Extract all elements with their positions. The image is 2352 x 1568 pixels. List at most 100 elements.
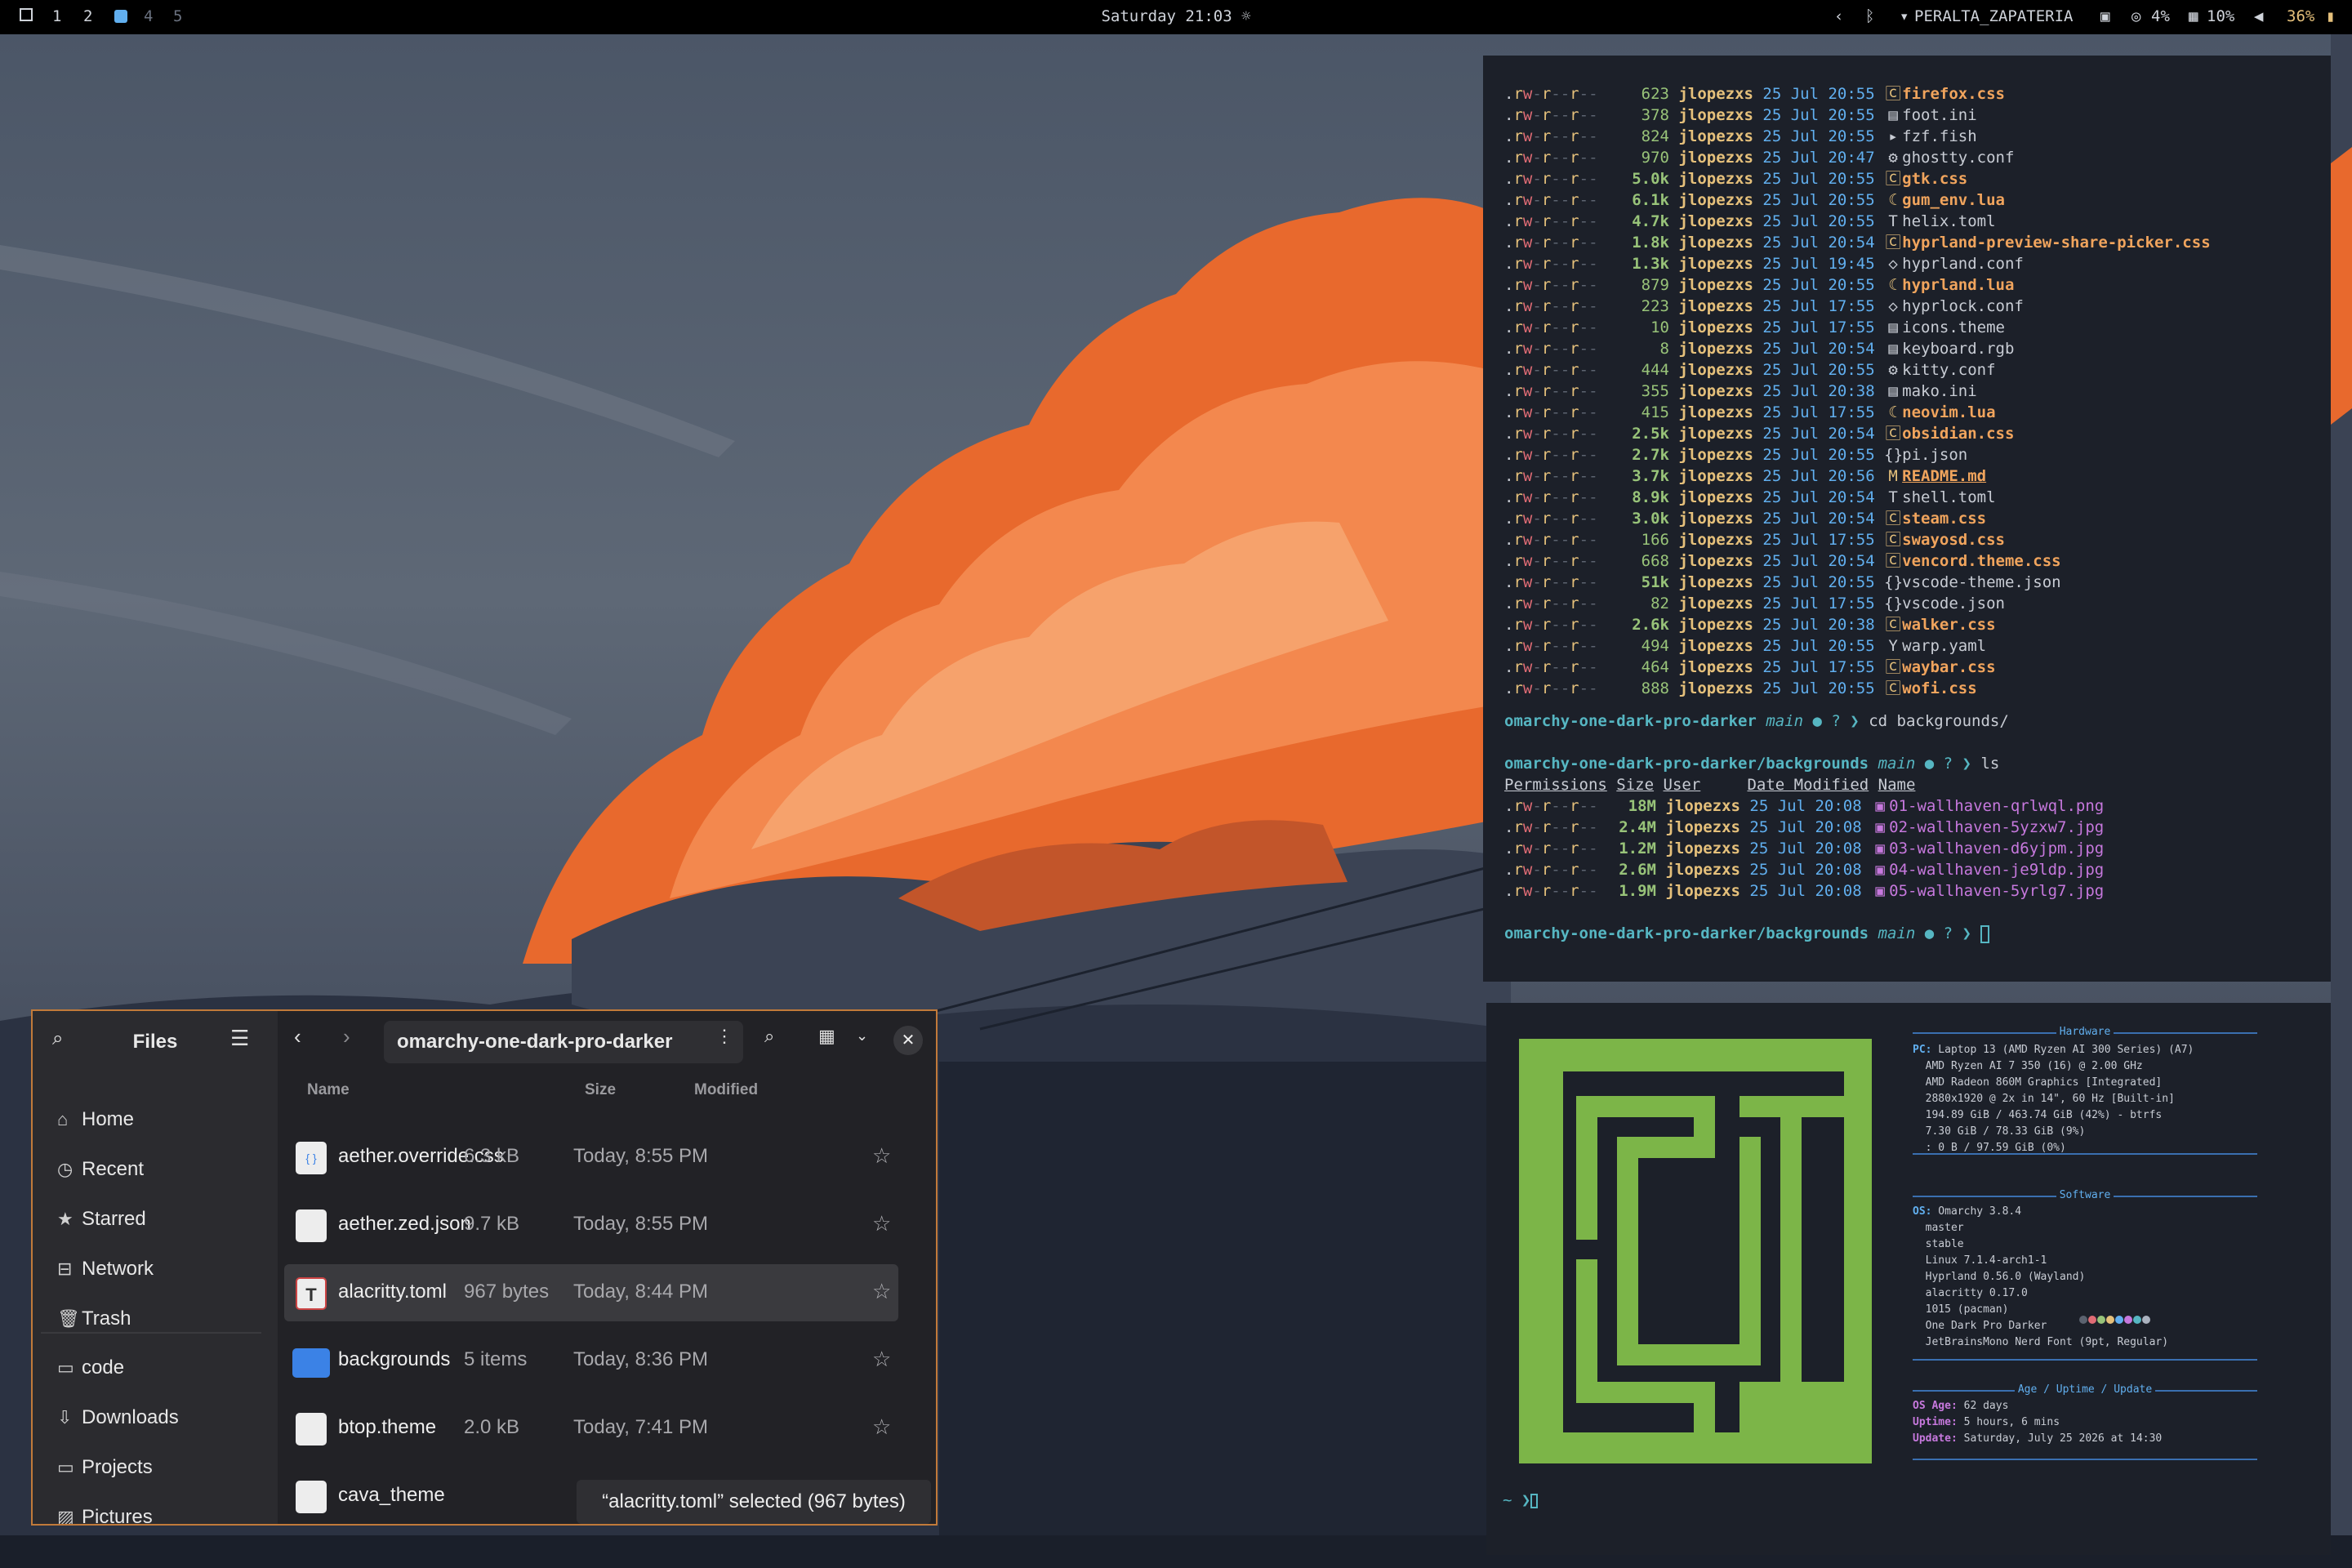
color-palette: [2079, 1315, 2151, 1327]
clock-icon: ◷: [57, 1159, 74, 1179]
yaml-file-icon: Y: [1888, 637, 1898, 655]
search-folder-icon[interactable]: ⌕: [764, 1026, 774, 1047]
column-name[interactable]: Name: [307, 1081, 350, 1099]
path-menu-button[interactable]: ⋮: [715, 1026, 733, 1047]
file-entry: .rw-r--r-- 8 jlopezxs 25 Jul 20:54 ▤ keyb…: [1504, 340, 2015, 358]
forward-button[interactable]: ›: [343, 1024, 350, 1049]
close-button[interactable]: ✕: [893, 1026, 923, 1055]
file-entry: .rw-r--r-- 4.7k jlopezxs 25 Jul 20:55 Th…: [1504, 212, 1996, 230]
ini-file-icon: ▤: [1888, 106, 1898, 124]
file-entry: .rw-r--r-- 6.1k jlopezxs 25 Jul 20:55 ☾ g…: [1504, 191, 2005, 209]
star-icon[interactable]: ☆: [872, 1279, 891, 1304]
file-size: 6.3 kB: [464, 1145, 520, 1167]
folder-icon: [292, 1348, 330, 1378]
battery-level[interactable]: 36%: [2287, 7, 2314, 25]
json-file-icon: {}: [1884, 446, 1904, 464]
lua-file-icon: ☾: [1888, 276, 1898, 294]
sidebar-item-pictures[interactable]: ▨ Pictures: [57, 1497, 270, 1526]
files-window[interactable]: ⌕ Files ☰ ⌂ Home ◷ Recent ★ Starred ⊟ Network 🗑T…: [31, 1009, 938, 1526]
file-size: 2.0 kB: [464, 1416, 520, 1438]
file-entry: .rw-r--r-- 166 jlopezxs 25 Jul 17:55 🄲sw…: [1504, 531, 2005, 549]
hardware-line: AMD Radeon 860M Graphics [Integrated]: [1913, 1076, 2163, 1089]
star-icon[interactable]: ☆: [872, 1143, 891, 1169]
file-name: alacritty.toml: [338, 1281, 447, 1303]
column-size[interactable]: Size: [585, 1081, 616, 1099]
file-row[interactable]: aether.zed.json 9.7 kB Today, 8:55 PM ☆: [284, 1196, 898, 1254]
file-entry: .rw-r--r-- 879 jlopezxs 25 Jul 20:55 ☾ hy…: [1504, 276, 2015, 294]
file-row[interactable]: backgrounds 5 items Today, 8:36 PM ☆: [284, 1332, 898, 1389]
file-file-icon: ▤: [1888, 340, 1898, 358]
hardware-line: PC: Laptop 13 (AMD Ryzen AI 300 Series) …: [1913, 1044, 2194, 1056]
term-file-icon: ▸: [1888, 127, 1898, 145]
sidebar-item-starred[interactable]: ★ Starred: [57, 1199, 270, 1240]
volume-icon[interactable]: ◀: [2254, 7, 2263, 25]
star-icon: ★: [57, 1209, 74, 1229]
image-entry: .rw-r--r-- 1.9M jlopezxs 25 Jul 20:08 ▣ 0…: [1504, 882, 2105, 900]
sidebar-item-network[interactable]: ⊟ Network: [57, 1249, 270, 1290]
sidebar-item-recent[interactable]: ◷ Recent: [57, 1149, 270, 1190]
image-file-icon: ▣: [1875, 861, 1885, 879]
folder-icon: ▭: [57, 1357, 74, 1378]
files-sidebar: ⌕ Files ☰ ⌂ Home ◷ Recent ★ Starred ⊟ Network 🗑T…: [33, 1011, 278, 1526]
bluetooth-icon[interactable]: ᛒ: [1865, 7, 1874, 25]
file-modified: Today, 8:36 PM: [573, 1348, 708, 1370]
download-icon: ⇩: [57, 1407, 73, 1428]
image-entry: .rw-r--r-- 2.6M jlopezxs 25 Jul 20:08 ▣ 0…: [1504, 861, 2105, 879]
folder-icon: ▭: [57, 1457, 74, 1477]
back-button[interactable]: ‹: [294, 1024, 301, 1049]
cpu-usage[interactable]: 4%: [2151, 7, 2170, 25]
sidebar-item-label: Pictures: [82, 1506, 153, 1526]
css-file-icon: 🄲: [1885, 531, 1901, 549]
sidebar-item-label: Recent: [82, 1158, 145, 1180]
file-entry: .rw-r--r-- 824 jlopezxs 25 Jul 20:55 ▸ fz…: [1504, 127, 1977, 145]
terminal-ls-window[interactable]: .rw-r--r-- 623 jlopezxs 25 Jul 20:55 🄲fi…: [1483, 56, 2331, 982]
palette-swatch: [2106, 1316, 2114, 1324]
image-file-icon: ▣: [1875, 818, 1885, 836]
terminal-fastfetch-window[interactable]: Hardware Software Age / Uptime / Update …: [1486, 1003, 2331, 1555]
file-row[interactable]: Talacritty.toml 967 bytes Today, 8:44 PM ☆: [284, 1264, 898, 1321]
hardware-line: 194.89 GiB / 463.74 GiB (42%) - btrfs: [1913, 1109, 2163, 1121]
software-line: 1015 (pacman): [1913, 1303, 2009, 1316]
files-main: ‹ › omarchy-one-dark-pro-darker ⋮ ⌕ ▦ ⌄ …: [278, 1011, 936, 1524]
menu-icon[interactable]: ☰: [230, 1026, 249, 1051]
file-name: btop.theme: [338, 1416, 437, 1438]
file-modified: Today, 8:55 PM: [573, 1213, 708, 1235]
file-row[interactable]: btop.theme 2.0 kB Today, 7:41 PM ☆: [284, 1400, 898, 1457]
star-icon[interactable]: ☆: [872, 1414, 891, 1440]
chevron-left-icon[interactable]: ‹: [1834, 7, 1843, 25]
file-modified: Today, 7:41 PM: [573, 1416, 708, 1438]
wifi-icon[interactable]: ▾: [1900, 7, 1909, 25]
prompt-line-3[interactable]: omarchy-one-dark-pro-darker/backgrounds …: [1504, 923, 1990, 944]
path-bar[interactable]: omarchy-one-dark-pro-darker: [384, 1021, 743, 1063]
file-entry: .rw-r--r-- 1.3k jlopezxs 25 Jul 19:45 ◇ h…: [1504, 255, 2024, 273]
prompt-line[interactable]: ~ ❯: [1503, 1490, 1539, 1511]
sidebar-item-code[interactable]: ▭ code: [57, 1348, 270, 1388]
star-icon[interactable]: ☆: [872, 1347, 891, 1372]
column-modified[interactable]: Modified: [694, 1081, 758, 1099]
sidebar-item-downloads[interactable]: ⇩ Downloads: [57, 1397, 270, 1438]
prompt-line-2: omarchy-one-dark-pro-darker/backgrounds …: [1504, 755, 2000, 773]
ls-header: Permissions Size User Date Modified Name: [1504, 776, 1916, 794]
memory-usage[interactable]: 10%: [2207, 7, 2234, 25]
file-name: cava_theme: [338, 1484, 445, 1506]
sidebar-item-label: Starred: [82, 1208, 146, 1230]
grid-view-icon[interactable]: ▦: [818, 1026, 835, 1047]
css-file-icon: 🄲: [1885, 85, 1901, 103]
network-name[interactable]: PERALTA_ZAPATERIA: [1914, 7, 2073, 25]
file-entry: .rw-r--r-- 444 jlopezxs 25 Jul 20:55 ⚙ ki…: [1504, 361, 1996, 379]
file-row[interactable]: { } aether.override.css 6.3 kB Today, 8:55 …: [284, 1129, 898, 1186]
prompt-line-1: omarchy-one-dark-pro-darker main ● ? ❯ c…: [1504, 712, 2009, 730]
text-file-icon: [296, 1413, 327, 1446]
palette-swatch: [2115, 1316, 2123, 1324]
star-icon[interactable]: ☆: [872, 1211, 891, 1236]
sidebar-item-label: code: [82, 1356, 125, 1379]
software-line: Hyprland 0.56.0 (Wayland): [1913, 1271, 2086, 1283]
file-entry: .rw-r--r-- 623 jlopezxs 25 Jul 20:55 🄲fi…: [1504, 85, 2005, 103]
lua-file-icon: ☾: [1888, 403, 1898, 421]
conf-file-icon: ⚙: [1888, 149, 1898, 167]
sidebar-item-home[interactable]: ⌂ Home: [57, 1099, 270, 1140]
file-name: backgrounds: [338, 1348, 451, 1370]
sidebar-item-projects[interactable]: ▭ Projects: [57, 1447, 270, 1488]
code-file-icon: { }: [296, 1142, 327, 1174]
chevron-down-icon[interactable]: ⌄: [856, 1027, 868, 1045]
